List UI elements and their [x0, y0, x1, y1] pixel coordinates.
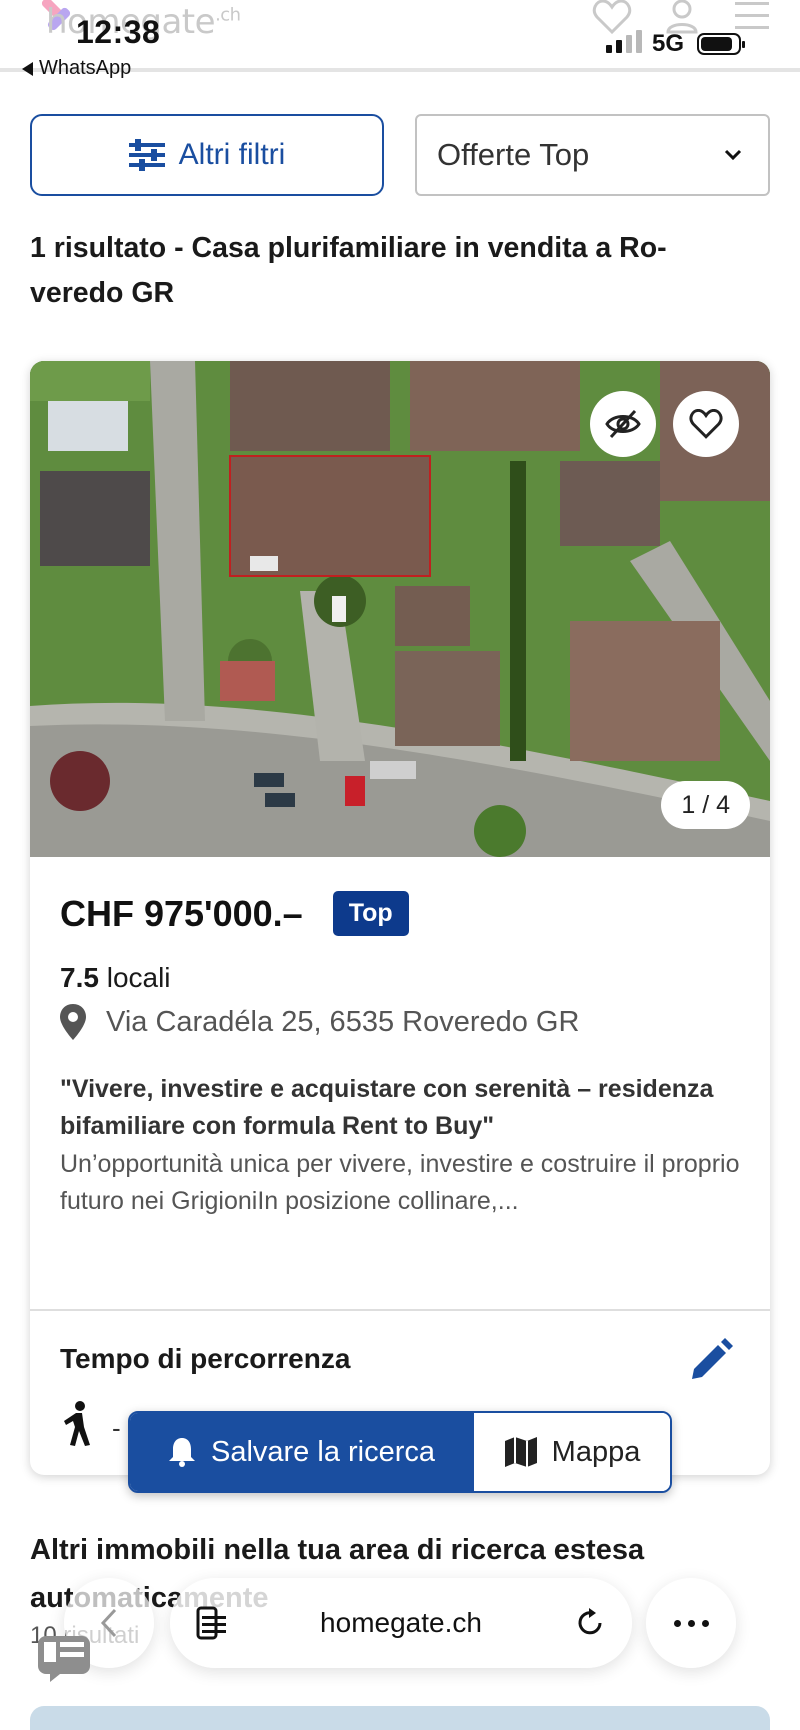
address-bar[interactable]: homegate.ch [170, 1578, 632, 1668]
reload-icon[interactable] [574, 1607, 606, 1639]
status-time: 12:38 [76, 14, 161, 50]
rooms-label: locali [106, 962, 171, 993]
save-search-button[interactable]: Salvare la ricerca [130, 1413, 474, 1491]
url-text: homegate.ch [320, 1607, 482, 1638]
tabs-icon[interactable] [36, 1632, 94, 1682]
save-search-label: Salvare la ricerca [210, 1435, 436, 1468]
header-actions [592, 0, 772, 34]
heart-icon [689, 409, 723, 439]
battery-icon [697, 33, 745, 55]
chevron-left-icon [100, 1608, 117, 1638]
floating-action-bar: Salvare la ricerca Mappa [128, 1411, 672, 1493]
more-filters-button[interactable]: Altri filtri [30, 114, 384, 196]
back-to-app-link[interactable]: WhatsApp [22, 57, 131, 80]
aerial-photo-image [30, 361, 770, 857]
next-listing-card[interactable] [30, 1706, 770, 1730]
map-label: Mappa [551, 1435, 641, 1468]
more-filters-label: Altri filtri [178, 138, 286, 171]
price-row: CHF 975'000.– Top [60, 891, 409, 936]
listing-card[interactable]: 1 / 4 CHF 975'000.– Top 7.5 locali Via C… [30, 361, 770, 1475]
sort-value: Offerte Top [437, 137, 590, 172]
edit-pencil-icon[interactable] [686, 1337, 734, 1385]
dot-icon [701, 1619, 709, 1627]
back-triangle-icon [22, 61, 33, 76]
listing-description: Un’opportunità unica per vivere, investi… [60, 1150, 740, 1215]
rooms-info: 7.5 locali [60, 962, 171, 994]
favorites-heart-icon[interactable] [592, 0, 632, 34]
dot-icon [687, 1619, 695, 1627]
results-title: 1 risultato - Casa plurifamiliare in ven… [30, 232, 667, 309]
address-row: Via Caradéla 25, 6535 Roveredo GR [60, 1004, 579, 1040]
user-account-icon[interactable] [662, 0, 702, 34]
listing-headline: "Vivere, investire e acquistare con sere… [60, 1075, 714, 1140]
favorite-button[interactable] [673, 391, 739, 457]
cell-signal-icon [606, 30, 642, 53]
location-pin-icon [60, 1004, 86, 1040]
travel-time-value: - [112, 1413, 121, 1443]
listing-price: CHF 975'000.– [60, 892, 303, 934]
sort-dropdown[interactable]: Offerte Top [415, 114, 770, 196]
back-app-label: WhatsApp [39, 57, 132, 79]
map-icon [504, 1437, 537, 1467]
browser-more-button[interactable] [646, 1578, 736, 1668]
bell-icon [168, 1438, 195, 1467]
listing-address: Via Caradéla 25, 6535 Roveredo GR [106, 1005, 580, 1038]
listing-photo[interactable]: 1 / 4 [30, 361, 770, 857]
hide-listing-button[interactable] [590, 391, 656, 457]
map-button[interactable]: Mappa [474, 1413, 670, 1491]
photo-counter: 1 / 4 [661, 781, 750, 829]
chevron-down-icon [724, 149, 742, 161]
dot-icon [673, 1619, 681, 1627]
hamburger-menu-icon[interactable] [732, 0, 772, 34]
walking-person-icon [64, 1401, 90, 1446]
sliders-icon [128, 139, 165, 171]
rooms-value: 7.5 [60, 962, 99, 993]
network-type: 5G [652, 30, 685, 57]
top-badge: Top [332, 891, 409, 936]
card-divider [30, 1309, 770, 1311]
travel-time-title: Tempo di percorrenza [60, 1343, 351, 1374]
eye-slash-icon [605, 409, 641, 439]
